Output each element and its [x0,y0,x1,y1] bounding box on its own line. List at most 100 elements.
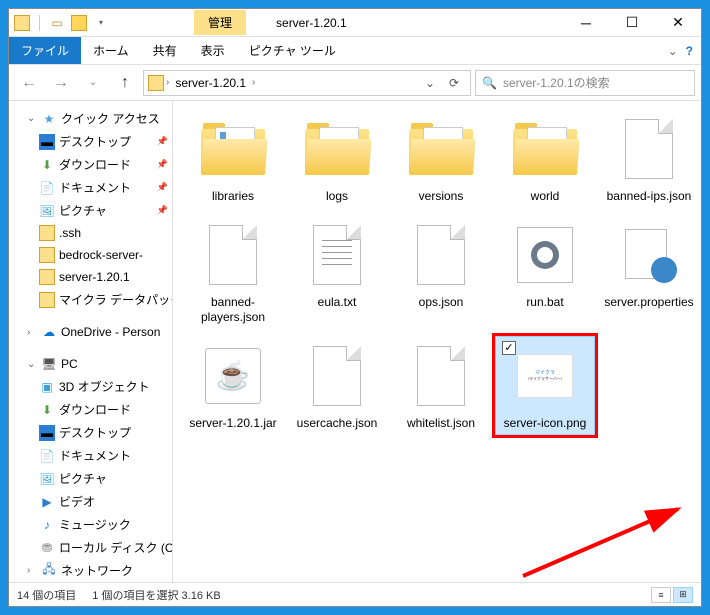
breadcrumb[interactable]: › server-1.20.1 › ⌄ ⟳ [143,70,471,96]
tab-home[interactable]: ホーム [81,37,141,64]
forward-button[interactable]: → [47,69,75,97]
sidebar-item-downloads[interactable]: ⬇ダウンロード📌 [9,153,172,176]
sidebar-item-pictures[interactable]: 🖼ピクチャ [9,467,172,490]
status-bar: 14 個の項目 1 個の項目を選択 3.16 KB ≡ ⊞ [9,582,701,606]
sidebar-pc[interactable]: ⌄🖥PC [9,353,172,375]
file-thumbnail [197,219,269,291]
qat: ▭ ▾ [9,14,114,32]
sidebar-item-desktop[interactable]: ▬デスクトップ📌 [9,130,172,153]
navigation-pane: ⌄★クイック アクセス ▬デスクトップ📌 ⬇ダウンロード📌 📄ドキュメント📌 🖼… [9,101,173,582]
refresh-button[interactable]: ⟳ [442,71,466,95]
sidebar-item-documents[interactable]: 📄ドキュメント📌 [9,176,172,199]
sidebar-item-desktop[interactable]: ▬デスクトップ [9,421,172,444]
file-item[interactable]: run.bat [495,215,595,330]
sidebar-quick-access[interactable]: ⌄★クイック アクセス [9,107,172,130]
file-item[interactable]: eula.txt [287,215,387,330]
file-thumbnail [405,340,477,412]
ribbon-expand-icon[interactable]: ⌄ [668,44,678,58]
search-placeholder: server-1.20.1の検索 [503,74,610,91]
file-thumbnail [613,219,685,291]
sidebar-item-downloads[interactable]: ⬇ダウンロード [9,398,172,421]
file-thumbnail [405,113,477,185]
file-label: server-1.20.1.jar [189,416,276,432]
view-details-button[interactable]: ≡ [651,587,671,603]
file-label: server-icon.png [504,416,587,432]
properties-icon[interactable]: ▭ [48,14,66,32]
context-tab-header: 管理 [194,10,246,35]
tab-share[interactable]: 共有 [141,37,189,64]
sidebar-onedrive[interactable]: ›☁OneDrive - Person [9,321,172,343]
window-title: server-1.20.1 [246,16,377,30]
maximize-button[interactable]: ☐ [609,9,655,37]
help-icon[interactable]: ? [686,44,693,58]
file-thumbnail: マイクラ\マイクラサーバー\ [509,340,581,412]
sidebar-item-pictures[interactable]: 🖼ピクチャ📌 [9,199,172,222]
folder-icon [13,14,31,32]
chevron-right-icon[interactable]: › [166,77,169,88]
breadcrumb-segment[interactable]: server-1.20.1 [171,76,250,90]
file-item[interactable]: logs [287,109,387,209]
address-bar: ← → ⌄ ↑ › server-1.20.1 › ⌄ ⟳ 🔍 server-1… [9,65,701,101]
separator [39,15,40,31]
sidebar-item-documents[interactable]: 📄ドキュメント [9,444,172,467]
file-thumbnail [301,219,373,291]
close-button[interactable]: ✕ [655,9,701,37]
back-button[interactable]: ← [15,69,43,97]
sidebar-item-bedrock[interactable]: bedrock-server- [9,244,172,266]
view-icons-button[interactable]: ⊞ [673,587,693,603]
file-item[interactable]: server.properties [599,215,699,330]
sidebar-network[interactable]: ›🖧ネットワーク [9,559,172,582]
up-button[interactable]: ↑ [111,69,139,97]
annotation-arrow [513,501,693,581]
file-item[interactable]: usercache.json [287,336,387,436]
file-item[interactable]: ✓マイクラ\マイクラサーバー\ server-icon.png [495,336,595,436]
sidebar-item-videos[interactable]: ▶ビデオ [9,490,172,513]
file-thumbnail [405,219,477,291]
location-folder-icon [148,75,164,91]
file-thumbnail [197,113,269,185]
file-pane[interactable]: libraries logs versions world banned-ips.jso… [173,101,701,582]
file-thumbnail: ☕ [197,340,269,412]
file-thumbnail [509,113,581,185]
sidebar-item-disk[interactable]: ⛃ローカル ディスク (C [9,536,172,559]
tab-file[interactable]: ファイル [9,37,81,64]
sidebar-item-datapack[interactable]: マイクラ データパック [9,288,172,311]
file-thumbnail [613,113,685,185]
file-label: usercache.json [297,416,378,432]
tab-view[interactable]: 表示 [189,37,237,64]
file-item[interactable]: versions [391,109,491,209]
sidebar-item-music[interactable]: ♪ミュージック [9,513,172,536]
item-count: 14 個の項目 [17,587,76,603]
address-dropdown-icon[interactable]: ⌄ [418,71,442,95]
file-label: ops.json [419,295,464,311]
file-thumbnail [301,340,373,412]
file-item[interactable]: whitelist.json [391,336,491,436]
file-label: world [531,189,560,205]
new-folder-icon[interactable] [70,14,88,32]
file-item[interactable]: banned-players.json [183,215,283,330]
explorer-window: ▭ ▾ 管理 server-1.20.1 ─ ☐ ✕ ファイル ホーム 共有 表… [8,8,702,607]
file-item[interactable]: libraries [183,109,283,209]
recent-dropdown[interactable]: ⌄ [79,69,107,97]
search-input[interactable]: 🔍 server-1.20.1の検索 [475,70,695,96]
file-label: whitelist.json [407,416,475,432]
tab-picture-tools[interactable]: ピクチャ ツール [237,37,348,64]
sidebar-item-server[interactable]: server-1.20.1 [9,266,172,288]
file-item[interactable]: ops.json [391,215,491,330]
qat-dropdown-icon[interactable]: ▾ [92,14,110,32]
sidebar-item-ssh[interactable]: .ssh [9,222,172,244]
file-item[interactable]: banned-ips.json [599,109,699,209]
sidebar-item-3d[interactable]: ▣3D オブジェクト [9,375,172,398]
file-label: run.bat [526,295,563,311]
file-label: logs [326,189,348,205]
ribbon: ファイル ホーム 共有 表示 ピクチャ ツール ⌄ ? [9,37,701,65]
file-thumbnail [301,113,373,185]
minimize-button[interactable]: ─ [563,9,609,37]
chevron-right-icon[interactable]: › [252,77,255,88]
file-item[interactable]: world [495,109,595,209]
checkbox-icon[interactable]: ✓ [502,341,516,355]
file-label: server.properties [604,295,693,311]
file-label: versions [419,189,464,205]
file-label: libraries [212,189,254,205]
file-item[interactable]: ☕ server-1.20.1.jar [183,336,283,436]
